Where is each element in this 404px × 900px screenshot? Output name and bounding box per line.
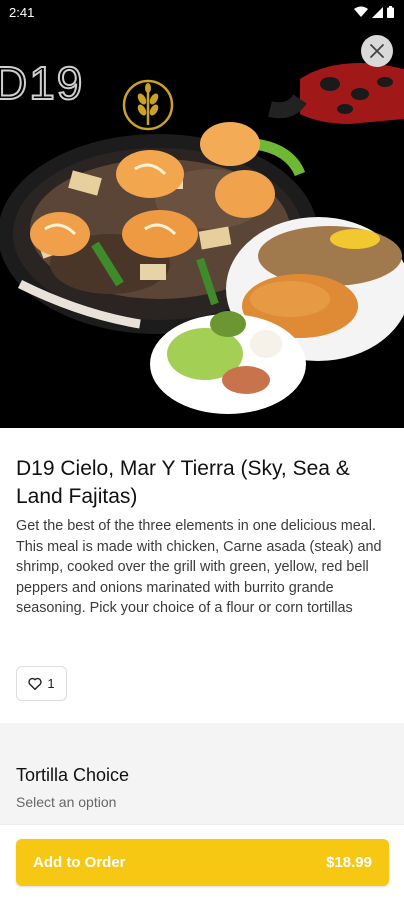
status-time: 2:41 <box>9 4 35 20</box>
item-description: Get the best of the three elements in on… <box>16 518 382 617</box>
order-price: $18.99 <box>326 854 372 871</box>
item-title: D19 Cielo, Mar Y Tierra (Sky, Sea & Land… <box>16 457 350 508</box>
close-button[interactable] <box>361 35 393 67</box>
skillet-handle <box>268 63 404 124</box>
heart-outline-icon <box>28 677 42 690</box>
option-group-title: Tortilla Choice <box>16 765 130 785</box>
battery-icon <box>387 6 394 18</box>
like-count: 1 <box>47 676 55 691</box>
option-group-subtitle: Select an option <box>16 794 117 810</box>
bottom-action-bar: Add to Order $18.99 <box>0 824 404 900</box>
item-hero-image: D19 <box>0 24 404 428</box>
close-icon <box>370 44 384 58</box>
status-icons <box>354 6 394 18</box>
add-to-order-label: Add to Order <box>33 854 126 871</box>
wifi-icon <box>354 6 368 17</box>
wheat-logo-icon <box>122 79 174 131</box>
like-button[interactable]: 1 <box>16 666 67 701</box>
brand-logo-text: D19 <box>0 57 84 109</box>
add-to-order-button[interactable]: Add to Order $18.99 <box>16 839 389 886</box>
status-bar: 2:41 <box>0 0 404 24</box>
signal-icon <box>372 6 383 18</box>
fajita-photo: D19 <box>0 56 404 414</box>
tortilla-choice-section[interactable]: Tortilla Choice Select an option <box>0 723 404 833</box>
